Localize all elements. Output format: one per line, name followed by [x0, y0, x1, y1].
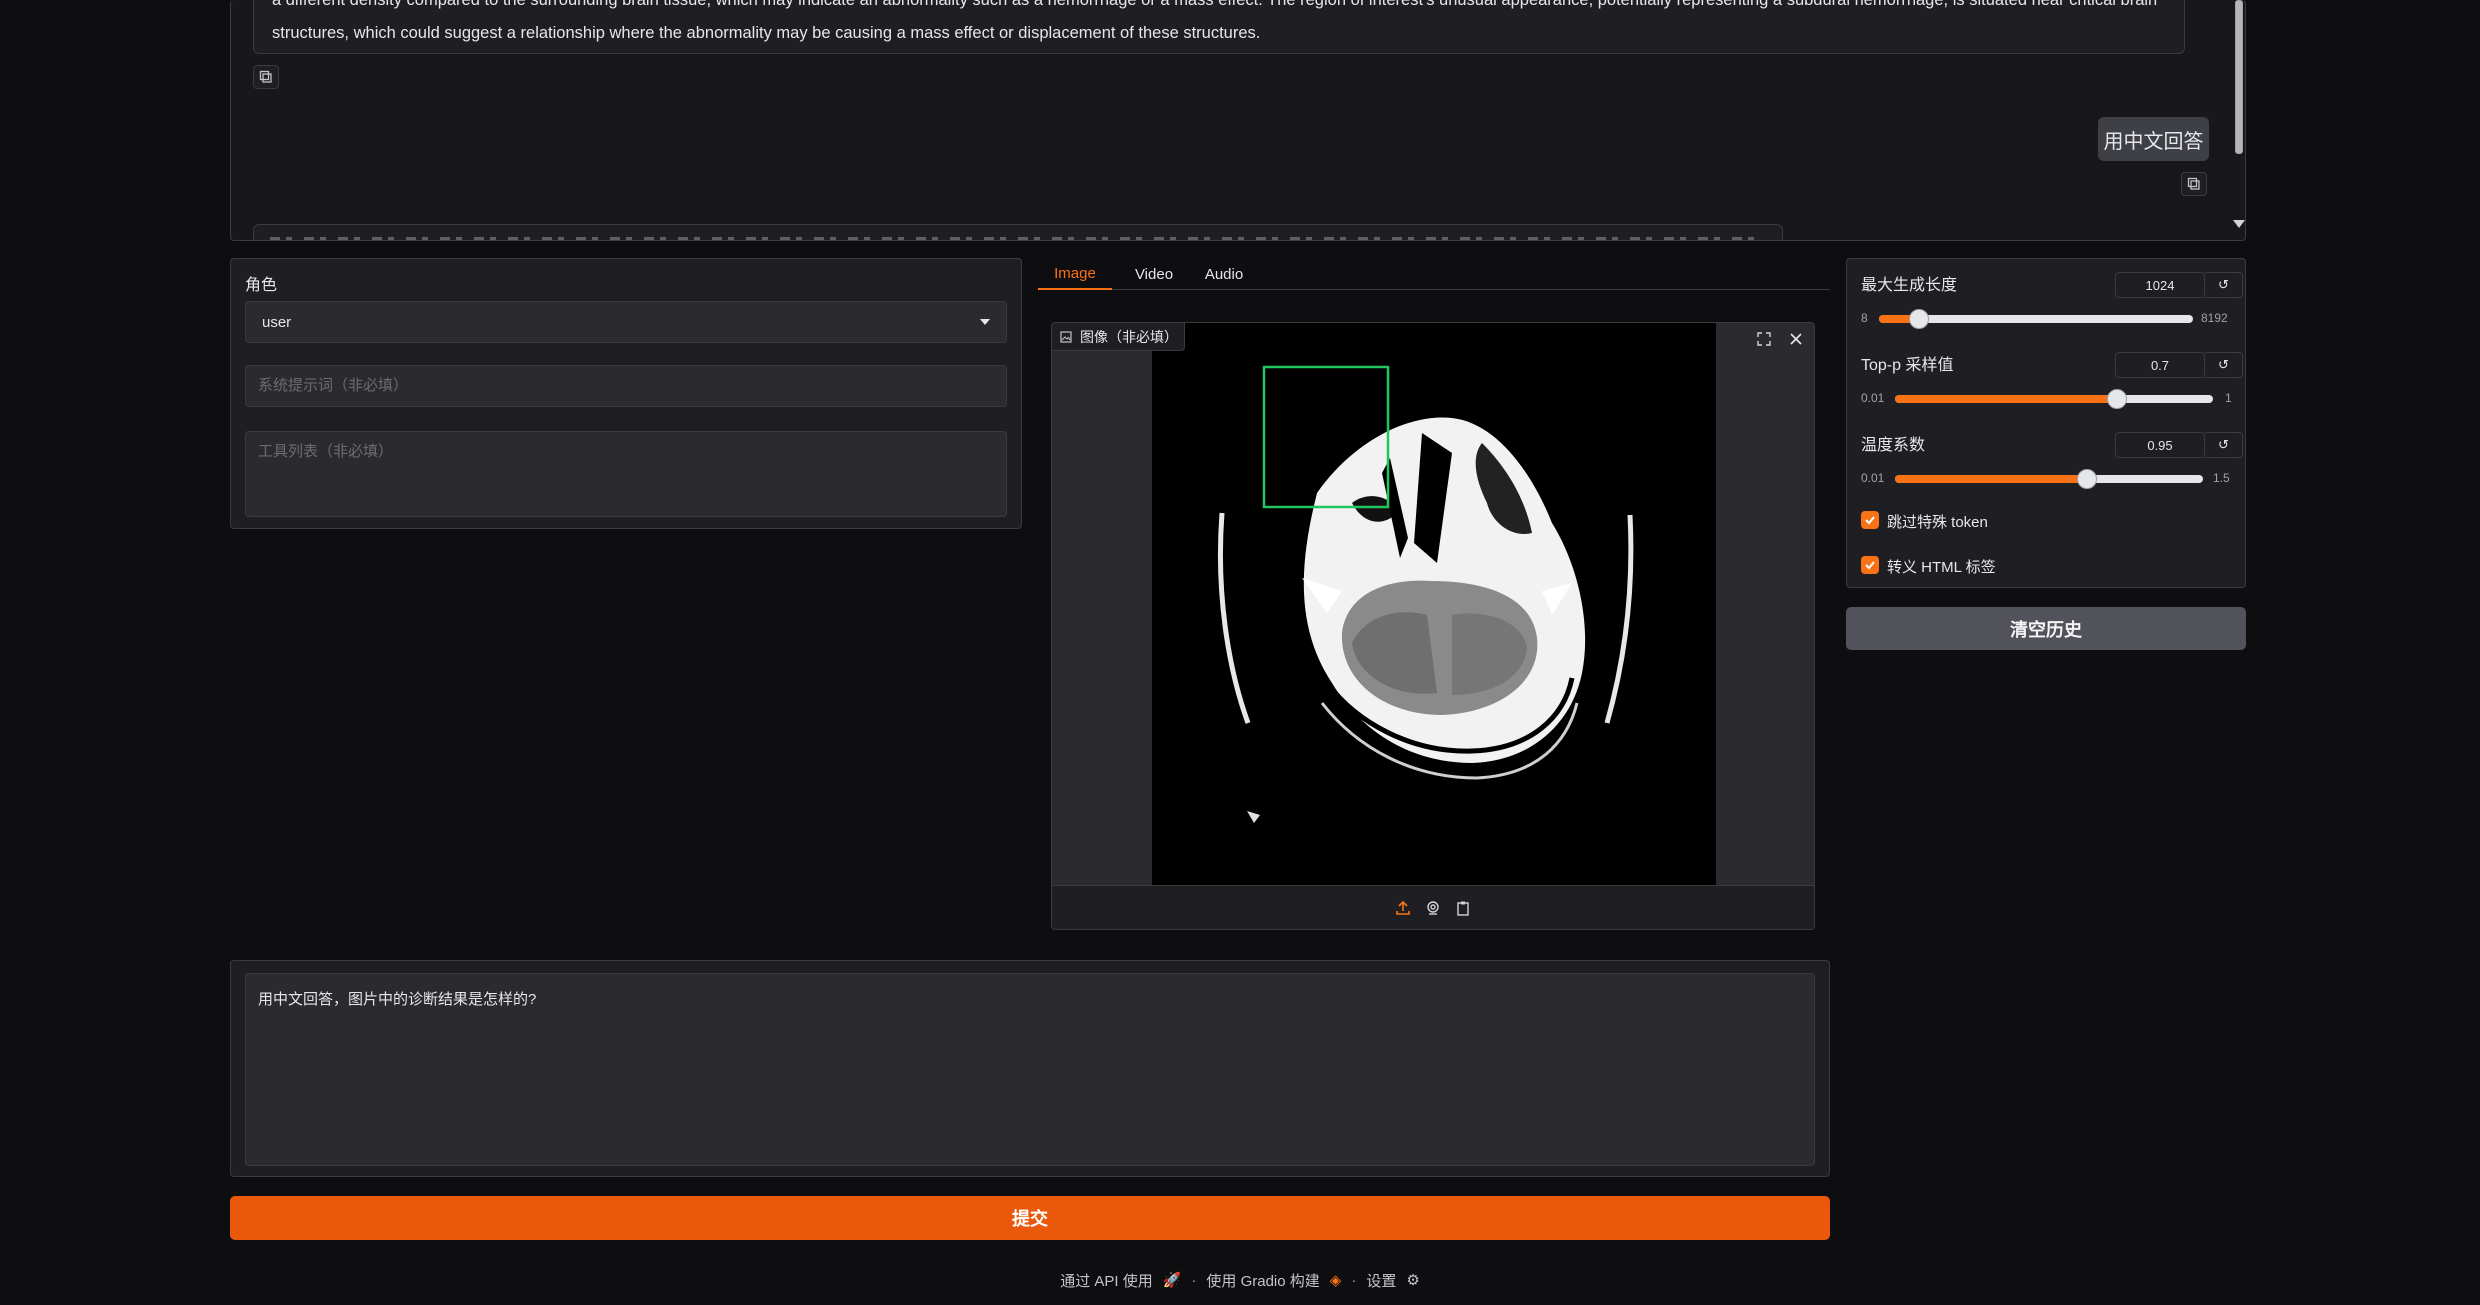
temperature-label: 温度系数 — [1861, 437, 1926, 454]
temperature-min: 0.01 — [1861, 471, 1885, 485]
image-upload[interactable]: 图像（非必填） — [1051, 322, 1815, 930]
image-label: 图像（非必填） — [1052, 323, 1185, 351]
slider-thumb[interactable] — [1909, 309, 1929, 329]
bot-message-line: a different density compared to the surr… — [272, 0, 2158, 9]
query-panel: 用中文回答，图片中的诊断结果是怎样的? — [230, 960, 1830, 1177]
ct-scan-image — [1152, 323, 1716, 885]
max-length-label: 最大生成长度 — [1861, 277, 1958, 294]
top-p-label: Top-p 采样值 — [1861, 357, 1954, 374]
system-prompt-input[interactable]: 系统提示词（非必填） — [245, 365, 1007, 407]
skip-special-token-checkbox[interactable] — [1861, 511, 1879, 529]
clear-history-button[interactable]: 清空历史 — [1846, 607, 2246, 650]
max-length-max: 8192 — [2201, 311, 2228, 325]
chat-scrollbar[interactable] — [2232, 0, 2245, 240]
temperature-slider[interactable] — [1895, 469, 2203, 489]
skip-special-token-label: 跳过特殊 token — [1887, 514, 1988, 531]
fullscreen-icon[interactable] — [1754, 329, 1774, 349]
reset-icon[interactable]: ↺ — [2205, 352, 2243, 378]
copy-icon — [259, 70, 272, 83]
upload-icon[interactable] — [1394, 899, 1412, 917]
escape-html-label: 转义 HTML 标签 — [1887, 559, 1996, 576]
top-p-slider[interactable] — [1895, 389, 2213, 409]
max-length-min: 8 — [1861, 311, 1868, 325]
image-preview — [1052, 323, 1814, 885]
check-icon — [1865, 516, 1875, 525]
reset-icon[interactable]: ↺ — [2205, 432, 2243, 458]
copy-icon — [2187, 177, 2200, 190]
temperature-max: 1.5 — [2213, 471, 2230, 485]
top-p-min: 0.01 — [1861, 391, 1885, 405]
api-link[interactable]: 通过 API 使用 — [1060, 1270, 1153, 1291]
user-message: 用中文回答 — [2098, 117, 2209, 161]
query-input[interactable]: 用中文回答，图片中的诊断结果是怎样的? — [245, 973, 1815, 1166]
role-value: user — [262, 313, 292, 331]
gradio-logo-icon: ◈ — [1329, 1272, 1342, 1289]
bot-message: a different density compared to the surr… — [253, 0, 2185, 54]
chevron-down-icon — [980, 319, 990, 325]
clipboard-icon[interactable] — [1454, 899, 1472, 917]
scrollbar-thumb[interactable] — [2235, 0, 2243, 154]
image-source-toolbar — [1052, 885, 1814, 929]
generation-params-panel: 最大生成长度 1024 ↺ 8 8192 Top-p 采样值 0.7 ↺ 0.0… — [1846, 258, 2246, 588]
role-settings-panel: 角色 user 系统提示词（非必填） 工具列表（非必填） — [230, 258, 1022, 529]
tab-video[interactable]: Video — [1122, 258, 1186, 290]
close-icon[interactable] — [1786, 329, 1806, 349]
tab-image[interactable]: Image — [1038, 258, 1112, 290]
max-length-input[interactable]: 1024 — [2115, 272, 2205, 298]
role-label: 角色 — [245, 277, 278, 294]
gear-icon: ⚙ — [1406, 1272, 1420, 1289]
role-dropdown[interactable]: user — [245, 301, 1007, 343]
webcam-icon[interactable] — [1424, 899, 1442, 917]
reset-icon[interactable]: ↺ — [2205, 272, 2243, 298]
slider-thumb[interactable] — [2077, 469, 2097, 489]
copy-bot-message-button[interactable] — [253, 65, 279, 89]
submit-button[interactable]: 提交 — [230, 1196, 1830, 1240]
settings-link[interactable]: 设置 — [1366, 1270, 1396, 1291]
bot-message-line: structures, which could suggest a relati… — [272, 24, 1261, 42]
escape-html-checkbox[interactable] — [1861, 556, 1879, 574]
slider-thumb[interactable] — [2107, 389, 2127, 409]
image-icon — [1060, 330, 1072, 343]
footer: 通过 API 使用 🚀 · 使用 Gradio 构建 ◈ · 设置 ⚙ — [1060, 1270, 1420, 1291]
media-tabs: Image Video Audio — [1038, 258, 1830, 290]
chatbot: a different density compared to the surr… — [230, 0, 2246, 241]
top-p-input[interactable]: 0.7 — [2115, 352, 2205, 378]
scroll-down-arrow-icon[interactable] — [2233, 220, 2245, 228]
tab-audio[interactable]: Audio — [1192, 258, 1256, 290]
temperature-input[interactable]: 0.95 — [2115, 432, 2205, 458]
gradio-link[interactable]: 使用 Gradio 构建 — [1206, 1270, 1319, 1291]
check-icon — [1865, 561, 1875, 570]
image-label-text: 图像（非必填） — [1080, 328, 1178, 345]
copy-user-message-button[interactable] — [2181, 172, 2207, 196]
bot-message-partial — [253, 224, 1783, 240]
rocket-icon: 🚀 — [1162, 1272, 1182, 1289]
top-p-max: 1 — [2225, 391, 2232, 405]
max-length-slider[interactable] — [1879, 309, 2193, 329]
tools-input[interactable]: 工具列表（非必填） — [245, 431, 1007, 517]
